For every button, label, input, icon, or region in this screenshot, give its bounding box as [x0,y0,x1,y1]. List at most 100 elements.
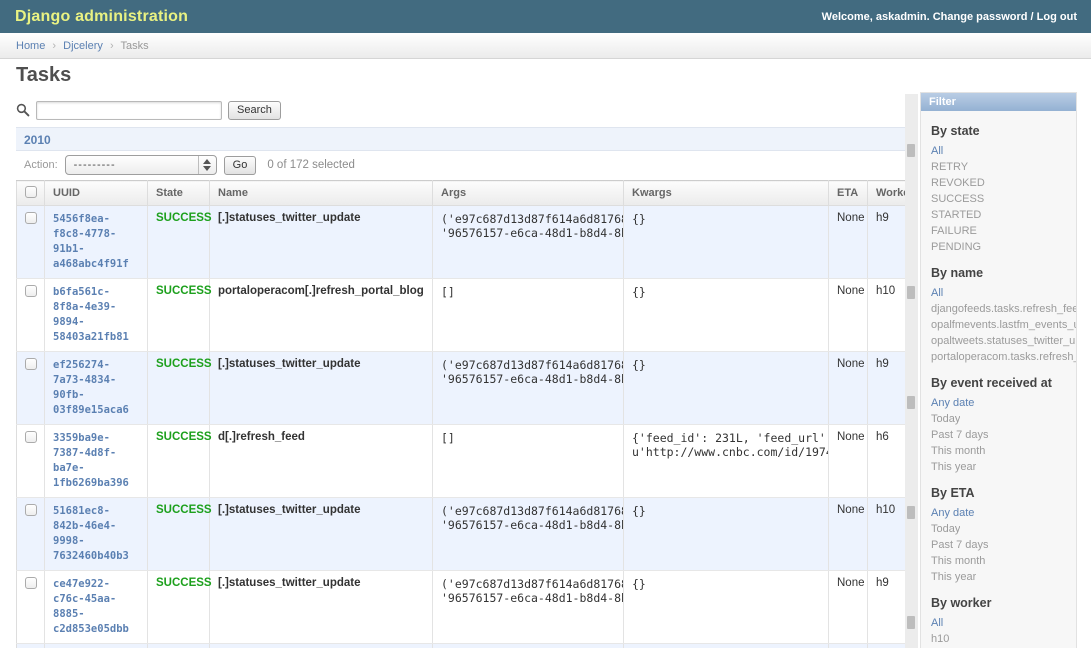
filter-option-link-all[interactable]: All [931,615,943,631]
filter-list: AllRETRYREVOKEDSUCCESSSTARTEDFAILUREPEND… [931,143,1076,255]
breadcrumb-home-link[interactable]: Home [16,40,45,52]
filter-list: Any dateTodayPast 7 daysThis monthThis y… [931,505,1076,585]
column-header-eta[interactable]: ETA [829,181,868,206]
row-checkbox[interactable] [25,504,37,516]
filter-option-link-pending[interactable]: PENDING [931,239,981,255]
filter-option-link-today[interactable]: Today [931,411,960,427]
breadcrumb-djcelery-link[interactable]: Djcelery [63,40,103,52]
filter-option-link-opalfmevents-lastfm-events-upd[interactable]: opalfmevents.lastfm_events_upd [931,317,1076,333]
filter-option-link-success[interactable]: SUCCESS [931,191,984,207]
uuid-link[interactable]: b6fa561c-8f8a-4e39-9894-58403a21fb81 [53,285,139,345]
uuid-cell: 5456f8ea-f8c8-4778-91b1-a468abc4f91f [45,206,148,279]
filter-option-link-any-date[interactable]: Any date [931,395,974,411]
column-header-name[interactable]: Name [210,181,433,206]
filter-option-link-revoked[interactable]: REVOKED [931,175,985,191]
filter-option-link-this-year[interactable]: This year [931,569,976,585]
task-kwargs: {'feed_id': 231L, 'feed_url': u'http://w… [624,425,829,498]
filter-option: Past 7 days [931,427,1076,443]
uuid-link[interactable]: ef256274-7a73-4834-90fb-03f89e15aca6 [53,358,139,418]
column-header-state[interactable]: State [148,181,210,206]
state-badge: SUCCESS [156,504,212,516]
uuid-link[interactable]: 5456f8ea-f8c8-4778-91b1-a468abc4f91f [53,212,139,272]
row-checkbox[interactable] [25,577,37,589]
filter-option-link-any-date[interactable]: Any date [931,505,974,521]
filter-option-link-past-7-days[interactable]: Past 7 days [931,427,988,443]
uuid-cell: 3359ba9e-7387-4d8f-ba7e-1fb6269ba396 [45,425,148,498]
column-header-uuid[interactable]: UUID [45,181,148,206]
task-args: ('e97c687d13d87f614a6d81768d8f3d8e', '96… [433,498,624,571]
filter-option-link-this-month[interactable]: This month [931,443,985,459]
table-row: 3359ba9e-7387-4d8f-ba7e-1fb6269ba396SUCC… [17,425,906,498]
filter-option: SUCCESS [931,191,1076,207]
filter-option-link-all[interactable]: All [931,285,943,301]
filter-option-link-today[interactable]: Today [931,521,960,537]
breadcrumb-separator: › [110,40,114,52]
select-all-checkbox[interactable] [25,186,37,198]
task-worker: h10 [868,279,906,352]
uuid-link[interactable]: 3359ba9e-7387-4d8f-ba7e-1fb6269ba396 [53,431,139,491]
state-cell: SUCCESS [148,498,210,571]
state-cell: SUCCESS [148,279,210,352]
filter-option: RETRY [931,159,1076,175]
username: askadmin [876,11,927,23]
select-all-header [17,181,45,206]
task-worker: h6 [868,425,906,498]
row-checkbox[interactable] [25,431,37,443]
search-icon [16,103,30,117]
task-eta: None [829,206,868,279]
filter-panel: Filter By stateAllRETRYREVOKEDSUCCESSSTA… [920,92,1077,648]
filter-option-link-this-month[interactable]: This month [931,553,985,569]
filter-option-link-portaloperacom-tasks-refresh-p[interactable]: portaloperacom.tasks.refresh_p [931,349,1076,365]
filter-option: REVOKED [931,175,1076,191]
filter-option-link-djangofeeds-tasks-refresh-feed[interactable]: djangofeeds.tasks.refresh_feed [931,301,1076,317]
filter-list: Any dateTodayPast 7 daysThis monthThis y… [931,395,1076,475]
task-args: ('e97c687d13d87f614a6d81768d8f3d8e', '96… [433,571,624,644]
row-checkbox[interactable] [25,285,37,297]
filter-option-link-opaltweets-statuses-twitter-upd[interactable]: opaltweets.statuses_twitter_upd [931,333,1076,349]
site-brand[interactable]: Django administration [0,8,188,26]
date-hierarchy-2010-link[interactable]: 2010 [24,133,51,147]
search-input[interactable] [36,101,222,120]
table-row: ef256274-7a73-4834-90fb-03f89e15aca6 SUCC… [17,352,906,425]
row-checkbox[interactable] [25,358,37,370]
table-row: ce47e922-c76c-45aa-8885-c2d853e05dbbSUCC… [17,571,906,644]
column-header-args[interactable]: Args [433,181,624,206]
filter-option: This month [931,553,1076,569]
column-header-kwargs[interactable]: Kwargs [624,181,829,206]
action-go-button[interactable]: Go [224,156,257,175]
actions-bar: Action: --------- Go 0 of 172 selected [16,151,905,179]
filter-option-link-h10[interactable]: h10 [931,631,949,647]
task-worker: h10 [868,644,906,648]
filter-option: h10 [931,631,1076,647]
filter-option: This year [931,459,1076,475]
change-password-link[interactable]: Change password [933,11,1028,23]
task-eta: None [829,425,868,498]
row-select-cell [17,206,45,279]
filter-option-link-all[interactable]: All [931,143,943,159]
filter-list: Alldjangofeeds.tasks.refresh_feedopalfme… [931,285,1076,365]
filter-option-link-this-year[interactable]: This year [931,459,976,475]
row-checkbox[interactable] [25,212,37,224]
uuid-link[interactable]: 51681ec8-842b-46e4-9998-7632460b40b3 [53,504,139,564]
filter-option-link-retry[interactable]: RETRY [931,159,968,175]
filter-option-link-past-7-days[interactable]: Past 7 days [931,537,988,553]
logout-link[interactable]: Log out [1037,11,1077,23]
action-select[interactable]: --------- [65,155,217,175]
filter-option: This month [931,443,1076,459]
task-eta: None [829,279,868,352]
welcome-text: Welcome, [822,11,873,23]
state-cell: SUCCESS [148,644,210,648]
task-args: ('e97c687d13d87f614a6d81768d8f3d8e', '96… [433,644,624,648]
tasks-table: UUIDStateNameArgsKwargsETAWorker 5456f8e… [16,180,906,648]
uuid-link[interactable]: ce47e922-c76c-45aa-8885-c2d853e05dbb [53,577,139,637]
filter-option-link-started[interactable]: STARTED [931,207,981,223]
search-button[interactable]: Search [228,101,281,120]
column-header-worker[interactable]: Worker [868,181,906,206]
filter-option-link-failure[interactable]: FAILURE [931,223,977,239]
filter-list: Allh10h8h6 [931,615,1076,648]
uuid-cell: 51681ec8-842b-46e4-9998-7632460b40b3 [45,498,148,571]
state-badge: SUCCESS [156,358,212,370]
scrollbar-track[interactable] [905,94,918,648]
filter-heading-by-name: By name [931,266,1076,280]
task-args: [] [433,425,624,498]
